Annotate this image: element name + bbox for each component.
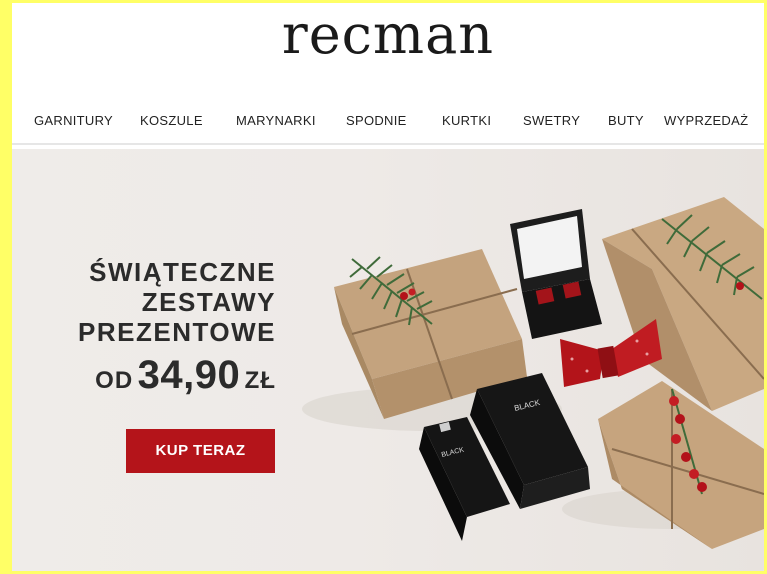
- hero-price-prefix: OD: [95, 367, 134, 394]
- nav-item-koszule[interactable]: KOSZULE: [140, 113, 203, 128]
- hero-price: OD 34,90 ZŁ: [12, 353, 276, 406]
- hero-headline-line-3: PREZENTOWE: [78, 317, 276, 347]
- nav-item-wyprzedaz[interactable]: WYPRZEDAŻ: [664, 113, 748, 128]
- hero-banner[interactable]: BLACK BLACK ŚWIĄTECZNE ZESTAWY PREZENTOW…: [12, 149, 764, 571]
- brand-logo[interactable]: RECMAN: [12, 4, 764, 66]
- nav-item-kurtki[interactable]: KURTKI: [442, 113, 491, 128]
- page-frame: RECMAN GARNITURY KOSZULE MARYNARKI SPODN…: [12, 3, 764, 571]
- hero-price-value: 34,90: [137, 353, 241, 397]
- gift-box-right-top: [602, 197, 764, 411]
- site-header: RECMAN: [12, 3, 764, 100]
- nav-item-buty[interactable]: BUTY: [608, 113, 644, 128]
- brand-logo-text: RECMAN: [281, 3, 495, 66]
- hero-headline-line-2: ZESTAWY: [141, 287, 276, 317]
- main-navigation: GARNITURY KOSZULE MARYNARKI SPODNIE KURT…: [12, 99, 764, 145]
- hero-headline-block: ŚWIĄTECZNE ZESTAWY PREZENTOWE OD 34,90 Z…: [12, 257, 276, 406]
- hero-headline-line-1: ŚWIĄTECZNE: [89, 257, 276, 287]
- nav-item-marynarki[interactable]: MARYNARKI: [236, 113, 316, 128]
- nav-item-swetry[interactable]: SWETRY: [523, 113, 580, 128]
- nav-item-spodnie[interactable]: SPODNIE: [346, 113, 407, 128]
- shop-now-button[interactable]: KUP TERAZ: [126, 429, 275, 473]
- cufflinks-box: [510, 209, 602, 339]
- nav-item-garnitury[interactable]: GARNITURY: [34, 113, 113, 128]
- hero-price-currency: ZŁ: [244, 367, 276, 394]
